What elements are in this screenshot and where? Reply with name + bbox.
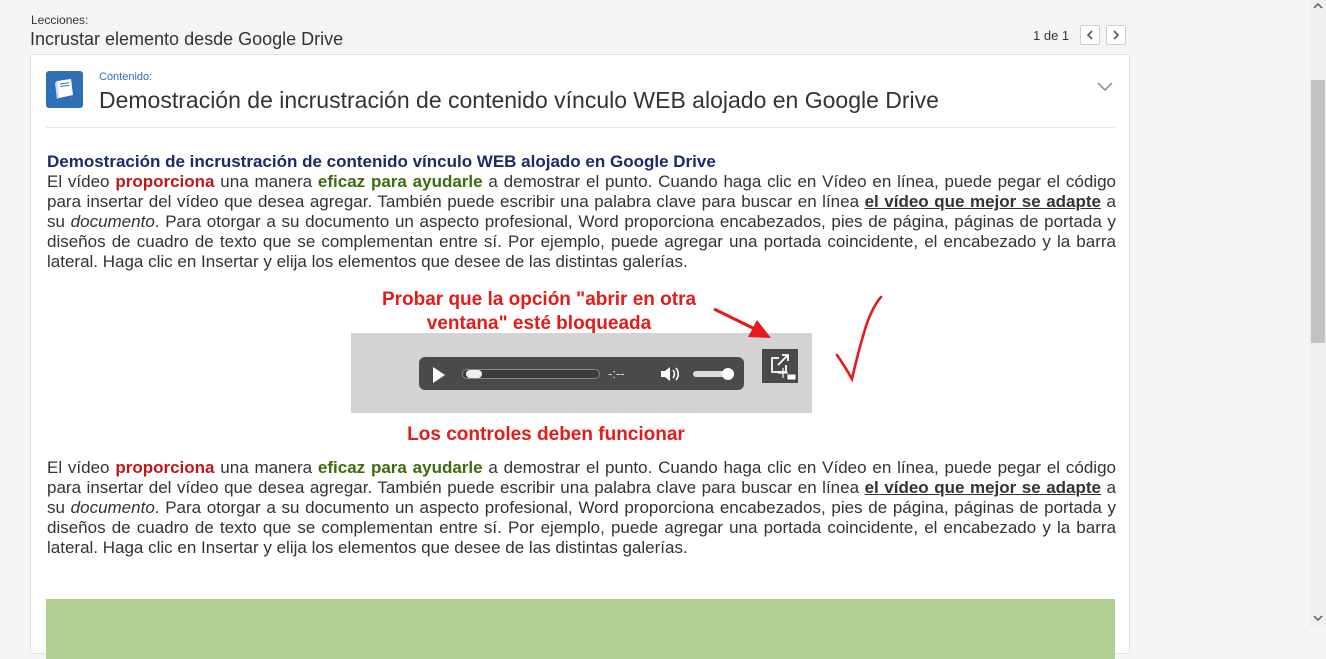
scroll-up-icon[interactable] xyxy=(1313,2,1323,10)
checkmark-icon xyxy=(835,295,883,383)
scroll-down-icon[interactable] xyxy=(1313,614,1323,622)
annotation-drawings xyxy=(713,295,883,383)
annotation-arrow xyxy=(713,307,771,338)
scrollbar-thumb[interactable] xyxy=(1311,80,1325,343)
